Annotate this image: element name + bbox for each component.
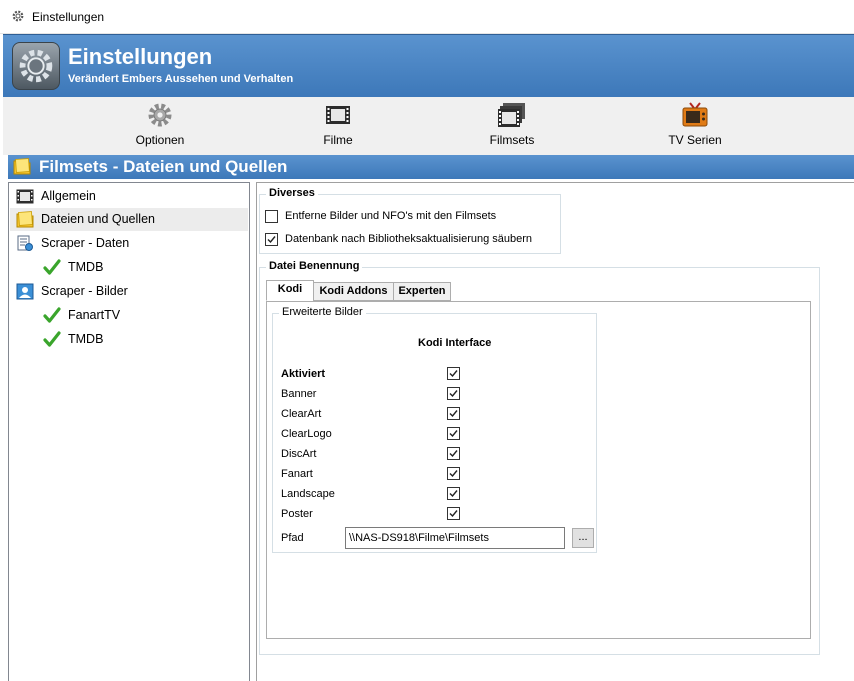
group-extended-images-title: Erweiterte Bilder	[279, 306, 366, 318]
gear-icon	[12, 10, 24, 22]
checkmark-icon	[43, 259, 61, 275]
enabled-checkbox[interactable]	[447, 367, 460, 380]
tree-item-label: TMDB	[68, 332, 104, 346]
checkmark-icon	[449, 410, 458, 418]
window-titlebar: Einstellungen	[0, 0, 854, 34]
checkmark-icon	[43, 331, 61, 347]
naming-tabs: Kodi Kodi Addons Experten	[266, 280, 806, 302]
toolbar-options-label: Optionen	[135, 133, 185, 147]
group-file-naming: Datei Benennung Kodi Kodi Addons Experte…	[259, 260, 820, 655]
tree-item-tmdb-data[interactable]: TMDB	[10, 256, 248, 279]
row-label-discart: DiscArt	[281, 448, 317, 460]
group-extended-images: Erweiterte Bilder Kodi Interface Aktivie…	[272, 306, 597, 553]
checkmark-icon	[449, 390, 458, 398]
poster-checkbox[interactable]	[447, 507, 460, 520]
banner-checkbox[interactable]	[447, 387, 460, 400]
tv-icon	[682, 102, 708, 127]
section-title: Filmsets - Dateien und Quellen	[39, 157, 288, 176]
checkmark-icon	[449, 470, 458, 478]
header-title: Einstellungen	[68, 44, 213, 69]
tab-kodi-addons[interactable]: Kodi Addons	[313, 282, 394, 301]
clearlogo-checkbox[interactable]	[447, 427, 460, 440]
gear-icon	[148, 103, 172, 127]
filmset-icon	[498, 103, 525, 127]
category-toolbar: Optionen Filme Filmsets TV Serien	[3, 97, 854, 155]
landscape-checkbox[interactable]	[447, 487, 460, 500]
remove-images-nfo-label: Entferne Bilder und NFO's mit den Filmse…	[285, 210, 497, 222]
row-label-fanart: Fanart	[281, 468, 313, 480]
row-label-poster: Poster	[281, 508, 313, 520]
browse-path-button[interactable]: ...	[572, 528, 594, 548]
checkmark-icon	[449, 370, 458, 378]
column-header-kodi-interface: Kodi Interface	[418, 337, 492, 349]
folder-icon	[16, 211, 34, 228]
clean-database-label: Datenbank nach Bibliotheksaktualisierung…	[285, 233, 533, 245]
tab-experten[interactable]: Experten	[393, 282, 451, 301]
scraper-data-icon	[17, 235, 33, 251]
tab-kodi-panel: Erweiterte Bilder Kodi Interface Aktivie…	[266, 301, 811, 639]
toolbar-moviesets-button[interactable]: Filmsets	[452, 102, 572, 147]
group-file-naming-title: Datei Benennung	[266, 260, 363, 272]
checkmark-icon	[43, 307, 61, 323]
tree-item-tmdb-images[interactable]: TMDB	[10, 328, 248, 351]
fanart-checkbox[interactable]	[447, 467, 460, 480]
checkmark-icon	[449, 490, 458, 498]
row-label-landscape: Landscape	[281, 488, 335, 500]
tree-item-general[interactable]: Allgemein	[10, 185, 248, 208]
clean-database-checkbox[interactable]	[265, 233, 278, 246]
tree-item-label: Scraper - Daten	[41, 236, 130, 250]
settings-content: Diverses Entferne Bilder und NFO's mit d…	[256, 182, 854, 681]
tree-item-files-sources[interactable]: Dateien und Quellen	[10, 208, 248, 231]
tree-item-fanarttv[interactable]: FanartTV	[10, 304, 248, 327]
settings-tree: Allgemein Dateien und Quellen Scraper - …	[8, 182, 250, 681]
scraper-images-icon	[16, 283, 34, 300]
toolbar-tvshows-label: TV Serien	[668, 133, 722, 147]
tab-kodi[interactable]: Kodi	[266, 280, 314, 301]
toolbar-movies-label: Filme	[323, 133, 353, 147]
row-label-clearlogo: ClearLogo	[281, 428, 332, 440]
checkmark-icon	[449, 450, 458, 458]
checkmark-icon	[449, 510, 458, 518]
settings-gear-icon	[12, 42, 60, 90]
remove-images-nfo-checkbox[interactable]	[265, 210, 278, 223]
path-field[interactable]: \\NAS-DS918\Filme\Filmsets	[345, 527, 565, 549]
film-icon	[326, 106, 350, 124]
folder-icon	[13, 158, 31, 175]
row-label-banner: Banner	[281, 388, 317, 400]
tree-item-scraper-data[interactable]: Scraper - Daten	[10, 232, 248, 255]
row-label-path: Pfad	[281, 532, 304, 544]
tree-item-label: Allgemein	[41, 189, 96, 203]
header-subtitle: Verändert Embers Aussehen und Verhalten	[68, 73, 294, 85]
toolbar-tvshows-button[interactable]: TV Serien	[635, 102, 755, 147]
tree-item-label: FanartTV	[68, 308, 121, 322]
tree-item-scraper-images[interactable]: Scraper - Bilder	[10, 280, 248, 303]
toolbar-moviesets-label: Filmsets	[489, 133, 535, 147]
group-misc-title: Diverses	[266, 187, 318, 199]
checkmark-icon	[267, 236, 276, 244]
tree-item-label: Scraper - Bilder	[41, 284, 128, 298]
window-title: Einstellungen	[32, 10, 105, 24]
toolbar-movies-button[interactable]: Filme	[278, 102, 398, 147]
checkmark-icon	[449, 430, 458, 438]
discart-checkbox[interactable]	[447, 447, 460, 460]
section-header: Filmsets - Dateien und Quellen	[8, 155, 854, 179]
row-label-enabled: Aktiviert	[281, 368, 326, 380]
settings-header: Einstellungen Verändert Embers Aussehen …	[3, 34, 854, 97]
tree-item-label: TMDB	[68, 260, 104, 274]
tree-item-label: Dateien und Quellen	[41, 212, 155, 226]
clearart-checkbox[interactable]	[447, 407, 460, 420]
toolbar-options-button[interactable]: Optionen	[100, 102, 220, 147]
group-misc: Diverses Entferne Bilder und NFO's mit d…	[259, 187, 561, 254]
film-icon	[16, 189, 34, 204]
row-label-clearart: ClearArt	[281, 408, 322, 420]
